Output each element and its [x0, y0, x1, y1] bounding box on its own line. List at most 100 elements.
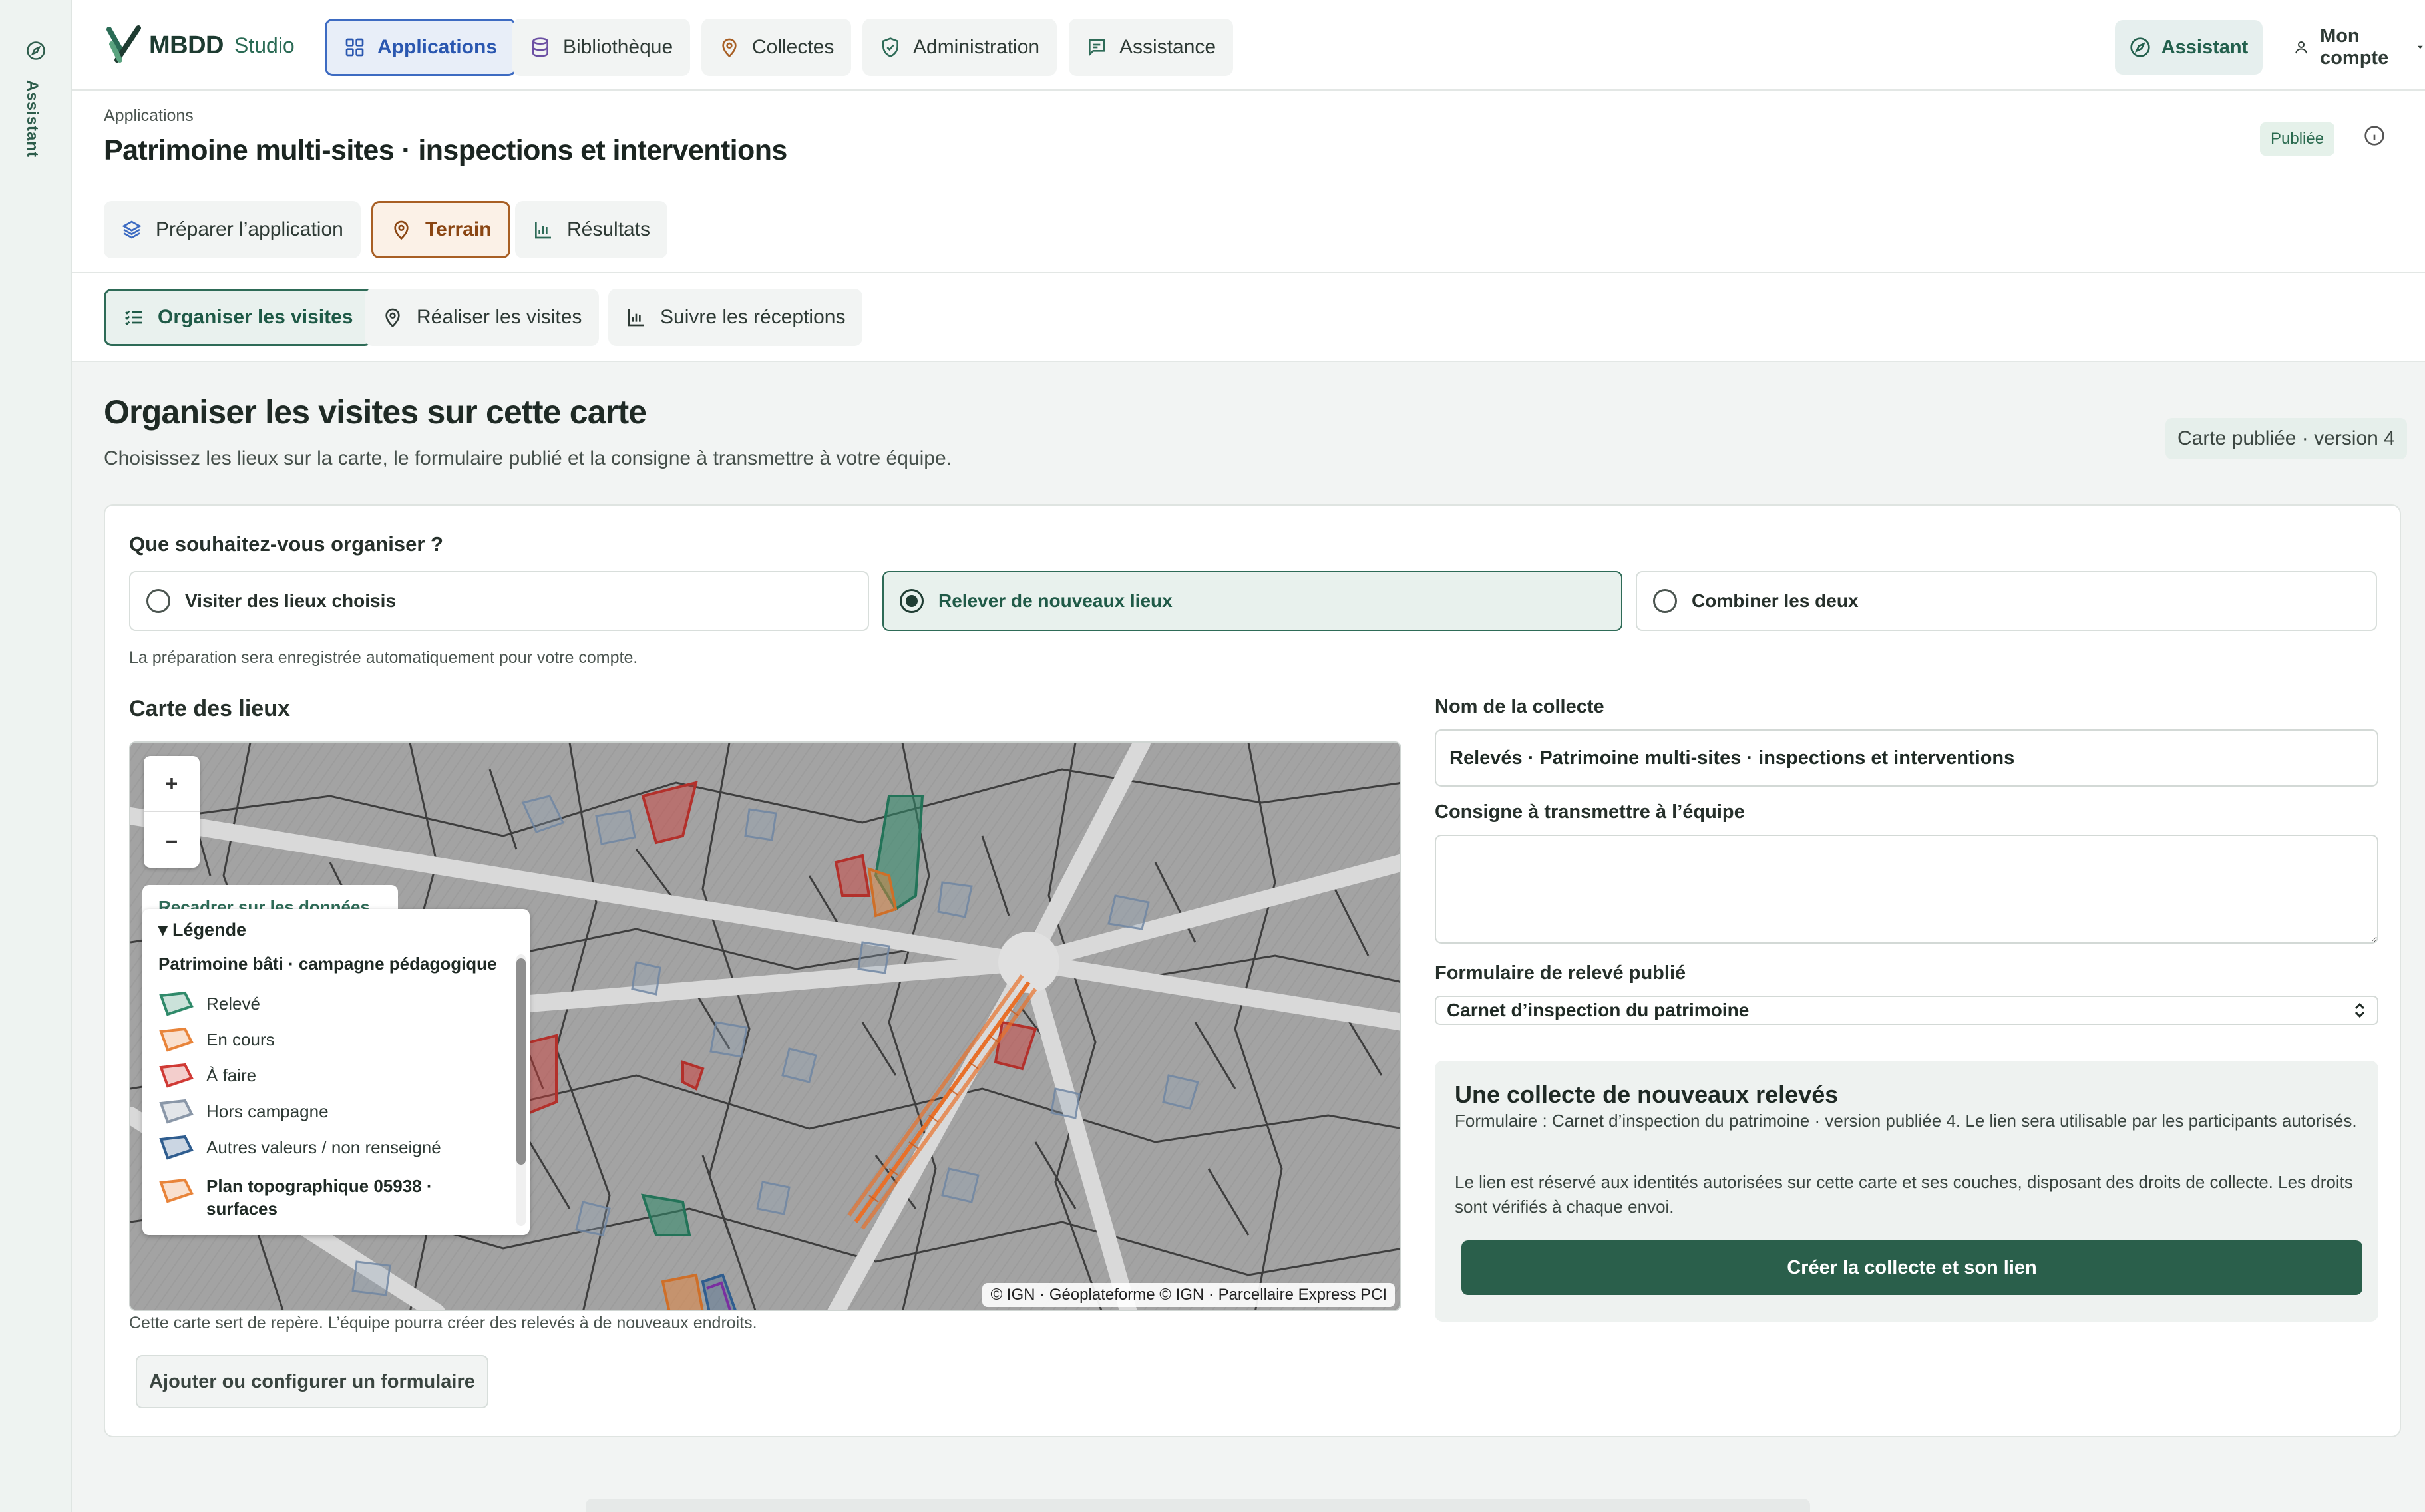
radio-combiner[interactable]: [1653, 589, 1677, 613]
nav-bibliotheque-label: Bibliothèque: [563, 36, 673, 58]
nav-applications[interactable]: Applications: [325, 19, 517, 76]
tab-terrain-label: Terrain: [425, 218, 492, 240]
message-icon: [1089, 39, 1105, 57]
map-view[interactable]: + – Recadrer sur les données ▾ Légende P…: [129, 741, 1401, 1311]
chevron-down-icon: [2418, 45, 2424, 49]
assistant-rail: Assistant: [0, 0, 72, 1512]
layers-icon: [122, 220, 142, 239]
tab-preparer-label: Préparer l’application: [156, 218, 343, 240]
tab-resultats[interactable]: Résultats: [515, 201, 668, 258]
option-relever[interactable]: Relever de nouveaux lieux: [882, 571, 1622, 631]
option-visiter-label: Visiter des lieux choisis: [185, 590, 396, 611]
info-icon[interactable]: [2364, 125, 2385, 146]
legend-item-label: Hors campagne: [206, 1101, 329, 1121]
legend-scrollbar[interactable]: [516, 958, 526, 1165]
option-combiner-label: Combiner les deux: [1692, 590, 1859, 611]
nav-collectes[interactable]: Collectes: [701, 19, 852, 76]
legend-item: Relevé: [158, 986, 504, 1022]
legend-item-label: À faire: [206, 1065, 257, 1085]
logo-icon: [106, 25, 141, 63]
legend-item: À faire: [158, 1057, 504, 1093]
form-select[interactable]: Carnet d’inspection du patrimoine: [1435, 996, 2378, 1025]
form-select-value: Carnet d’inspection du patrimoine: [1447, 1000, 1750, 1020]
option-relever-label: Relever de nouveaux lieux: [938, 590, 1173, 611]
brand-name: MBDD: [149, 31, 224, 59]
create-collecte-button[interactable]: Créer la collecte et son lien: [1461, 1240, 2362, 1295]
form-select-label: Formulaire de relevé publié: [1435, 962, 1686, 984]
shield-check-icon: [882, 37, 898, 57]
subtab-suivre[interactable]: Suivre les réceptions: [608, 289, 863, 346]
breadcrumb[interactable]: Applications: [104, 106, 194, 126]
nav-bibliotheque[interactable]: Bibliothèque: [512, 19, 691, 76]
nav-collectes-label: Collectes: [752, 36, 835, 58]
legend-item-label: Relevé: [206, 993, 260, 1014]
option-combiner[interactable]: Combiner les deux: [1636, 571, 2377, 631]
legend-swatch: [159, 991, 194, 1016]
account-menu[interactable]: Mon compte: [2293, 20, 2425, 75]
map-pin-icon: [722, 38, 737, 58]
summary-panel: Une collecte de nouveaux relevés Formula…: [1435, 1061, 2378, 1322]
consigne-label: Consigne à transmettre à l’équipe: [1435, 801, 1745, 823]
assistant-button[interactable]: Assistant: [2115, 20, 2263, 75]
logo[interactable]: MBDD Studio: [105, 24, 295, 67]
app-header: Applications Patrimoine multi-sites · in…: [72, 91, 2425, 273]
user-icon: [2295, 41, 2308, 54]
compass-icon[interactable]: [20, 35, 52, 67]
legend-swatch: [159, 1063, 194, 1088]
name-label: Nom de la collecte: [1435, 696, 1604, 717]
tab-preparer[interactable]: Préparer l’application: [104, 201, 361, 258]
summary-title: Une collecte de nouveaux relevés: [1455, 1081, 1839, 1108]
organize-question: Que souhaitez-vous organiser ?: [129, 532, 443, 556]
assistant-rail-label[interactable]: Assistant: [23, 80, 41, 158]
summary-text-form: Formulaire : Carnet d’inspection du patr…: [1455, 1111, 2357, 1131]
nav-assistance-label: Assistance: [1119, 36, 1216, 58]
radio-relever[interactable]: [900, 589, 924, 613]
bar-chart-icon: [628, 309, 644, 327]
subtab-realiser-label: Réaliser les visites: [417, 306, 582, 328]
consigne-textarea[interactable]: [1435, 835, 2378, 944]
legend-item: En cours: [158, 1022, 504, 1057]
organize-card: Que souhaitez-vous organiser ? Visiter d…: [104, 504, 2401, 1437]
section-description: Choisissez les lieux sur la carte, le fo…: [104, 447, 952, 469]
nav-administration-label: Administration: [913, 36, 1040, 58]
zoom-in-button[interactable]: +: [144, 756, 200, 812]
legend-item-label: En cours: [206, 1029, 275, 1049]
legend-group-title: Patrimoine bâti · campagne pédagogique: [158, 954, 497, 974]
map-note: Cette carte sert de repère. L’équipe pou…: [129, 1314, 757, 1332]
version-badge: Carte publiée · version 4: [2165, 418, 2407, 459]
status-badge: Publiée: [2260, 122, 2335, 156]
tab-terrain[interactable]: Terrain: [371, 201, 511, 258]
map-attribution: © IGN · Géoplateforme © IGN · Parcellair…: [982, 1283, 1395, 1307]
nav-assistance[interactable]: Assistance: [1069, 19, 1234, 76]
legend-item-label: Autres valeurs / non renseigné: [206, 1137, 441, 1157]
top-bar: MBDD Studio Applications Bibliothèque Co…: [72, 0, 2425, 91]
map-legend[interactable]: ▾ Légende Patrimoine bâti · campagne péd…: [142, 909, 530, 1235]
legend-group-2-title: Plan topographique 05938 · surfaces: [206, 1176, 433, 1219]
map-title: Carte des lieux: [129, 696, 290, 721]
legend-group-2: Plan topographique 05938 · surfaces: [158, 1175, 504, 1220]
collecte-name-input[interactable]: [1435, 729, 2378, 787]
legend-swatch: [159, 1027, 194, 1052]
nav-administration[interactable]: Administration: [862, 19, 1057, 76]
nav-applications-label: Applications: [377, 36, 498, 58]
tab-resultats-label: Résultats: [567, 218, 651, 240]
option-visiter[interactable]: Visiter des lieux choisis: [129, 571, 869, 631]
legend-item: Autres valeurs / non renseigné: [158, 1129, 504, 1165]
add-form-button[interactable]: Ajouter ou configurer un formulaire: [136, 1355, 488, 1408]
assistant-button-label: Assistant: [2161, 36, 2249, 58]
subtab-realiser[interactable]: Réaliser les visites: [365, 289, 600, 346]
select-arrows-icon: [2354, 1002, 2365, 1018]
radio-visiter[interactable]: [146, 589, 170, 613]
compass-icon: [2130, 37, 2150, 57]
legend-swatch: [159, 1099, 194, 1124]
zoom-out-button[interactable]: –: [144, 812, 200, 868]
terrain-subnav: Organiser les visites Réaliser les visit…: [72, 273, 2425, 362]
map-pin-icon: [385, 308, 400, 328]
grid-icon: [345, 38, 364, 57]
subtab-suivre-label: Suivre les réceptions: [660, 306, 846, 328]
subtab-organiser-label: Organiser les visites: [158, 306, 353, 328]
zoom-control: + –: [144, 756, 200, 868]
legend-toggle[interactable]: ▾ Légende: [158, 920, 504, 940]
subtab-organiser[interactable]: Organiser les visites: [104, 289, 373, 346]
database-icon: [532, 37, 548, 57]
